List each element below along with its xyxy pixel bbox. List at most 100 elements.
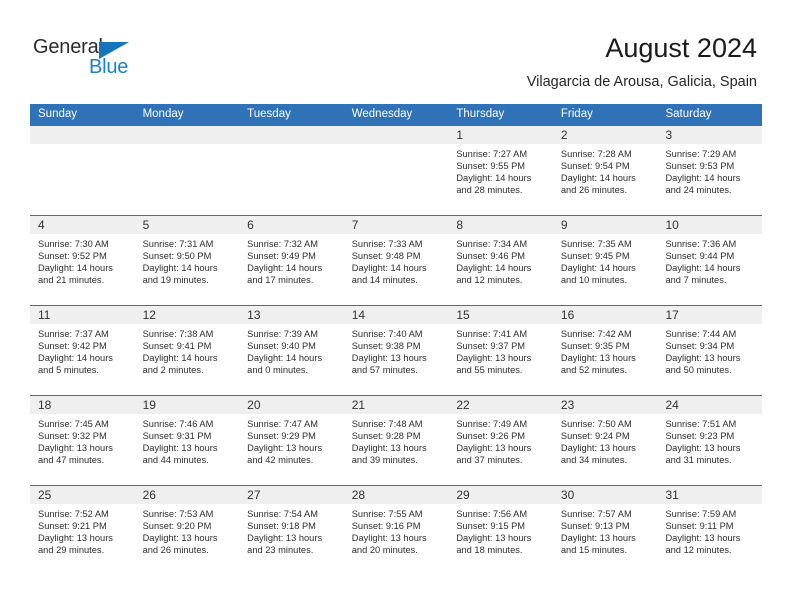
day-cell[interactable] xyxy=(344,144,449,215)
daylight-text-cont: and 18 minutes. xyxy=(456,545,523,556)
day-number[interactable]: 27 xyxy=(239,486,344,504)
day-cell[interactable]: Sunrise: 7:37 AM Sunset: 9:42 PM Dayligh… xyxy=(30,324,135,395)
daylight-text-cont: and 28 minutes. xyxy=(456,185,523,196)
day-number[interactable]: 24 xyxy=(657,396,762,414)
daylight-text: Daylight: 14 hours xyxy=(38,263,113,274)
day-number[interactable]: 18 xyxy=(30,396,135,414)
day-cell[interactable]: Sunrise: 7:40 AM Sunset: 9:38 PM Dayligh… xyxy=(344,324,449,395)
sunset-text: Sunset: 9:32 PM xyxy=(38,431,107,442)
day-cell[interactable]: Sunrise: 7:33 AM Sunset: 9:48 PM Dayligh… xyxy=(344,234,449,305)
day-number[interactable]: 25 xyxy=(30,486,135,504)
calendar-week-row: 4 5 6 7 8 9 10 Sunrise: 7:30 AM Sunset: … xyxy=(30,215,762,305)
day-cell[interactable]: Sunrise: 7:31 AM Sunset: 9:50 PM Dayligh… xyxy=(135,234,240,305)
day-number[interactable]: 5 xyxy=(135,216,240,234)
day-number[interactable]: 30 xyxy=(553,486,658,504)
day-number[interactable]: 28 xyxy=(344,486,449,504)
day-number[interactable] xyxy=(344,126,449,144)
day-cell[interactable]: Sunrise: 7:59 AM Sunset: 9:11 PM Dayligh… xyxy=(657,504,762,575)
day-cell[interactable]: Sunrise: 7:27 AM Sunset: 9:55 PM Dayligh… xyxy=(448,144,553,215)
day-number[interactable]: 15 xyxy=(448,306,553,324)
sunset-text: Sunset: 9:53 PM xyxy=(665,161,735,172)
week-date-band: 4 5 6 7 8 9 10 xyxy=(30,216,762,234)
sunset-text: Sunset: 9:16 PM xyxy=(351,521,421,532)
day-number[interactable]: 13 xyxy=(239,306,344,324)
daylight-text-cont: and 57 minutes. xyxy=(351,365,418,376)
day-cell[interactable]: Sunrise: 7:30 AM Sunset: 9:52 PM Dayligh… xyxy=(30,234,135,305)
sunrise-text: Sunrise: 7:57 AM xyxy=(560,509,632,519)
day-cell[interactable]: Sunrise: 7:28 AM Sunset: 9:54 PM Dayligh… xyxy=(553,144,658,215)
day-cell[interactable]: Sunrise: 7:44 AM Sunset: 9:34 PM Dayligh… xyxy=(657,324,762,395)
day-number[interactable] xyxy=(135,126,240,144)
daylight-text: Daylight: 13 hours xyxy=(560,443,636,454)
day-cell[interactable]: Sunrise: 7:50 AM Sunset: 9:24 PM Dayligh… xyxy=(553,414,658,485)
day-number[interactable]: 29 xyxy=(448,486,553,504)
day-cell[interactable]: Sunrise: 7:56 AM Sunset: 9:15 PM Dayligh… xyxy=(448,504,553,575)
day-cell[interactable]: Sunrise: 7:36 AM Sunset: 9:44 PM Dayligh… xyxy=(657,234,762,305)
day-cell[interactable]: Sunrise: 7:29 AM Sunset: 9:53 PM Dayligh… xyxy=(657,144,762,215)
day-number[interactable] xyxy=(30,126,135,144)
day-number[interactable]: 9 xyxy=(553,216,658,234)
day-number[interactable]: 4 xyxy=(30,216,135,234)
day-cell[interactable]: Sunrise: 7:49 AM Sunset: 9:26 PM Dayligh… xyxy=(448,414,553,485)
dow-thursday: Thursday xyxy=(456,108,505,120)
day-number[interactable]: 31 xyxy=(657,486,762,504)
day-cell[interactable]: Sunrise: 7:39 AM Sunset: 9:40 PM Dayligh… xyxy=(239,324,344,395)
daylight-text: Daylight: 14 hours xyxy=(142,353,218,364)
day-cell[interactable]: Sunrise: 7:52 AM Sunset: 9:21 PM Dayligh… xyxy=(30,504,135,575)
day-cell[interactable]: Sunrise: 7:57 AM Sunset: 9:13 PM Dayligh… xyxy=(553,504,658,575)
day-cell[interactable]: Sunrise: 7:54 AM Sunset: 9:18 PM Dayligh… xyxy=(239,504,344,575)
day-number[interactable]: 3 xyxy=(657,126,762,144)
day-cell[interactable]: Sunrise: 7:48 AM Sunset: 9:28 PM Dayligh… xyxy=(344,414,449,485)
daylight-text-cont: and 26 minutes. xyxy=(560,185,628,196)
day-cell[interactable]: Sunrise: 7:45 AM Sunset: 9:32 PM Dayligh… xyxy=(30,414,135,485)
day-cell[interactable]: Sunrise: 7:41 AM Sunset: 9:37 PM Dayligh… xyxy=(448,324,553,395)
day-number[interactable]: 21 xyxy=(344,396,449,414)
daylight-text-cont: and 17 minutes. xyxy=(247,275,314,286)
sunrise-text: Sunrise: 7:35 AM xyxy=(560,239,632,249)
day-number[interactable]: 1 xyxy=(448,126,553,144)
day-number[interactable] xyxy=(239,126,344,144)
day-number[interactable]: 17 xyxy=(657,306,762,324)
daylight-text: Daylight: 13 hours xyxy=(560,533,636,544)
general-blue-logo[interactable]: General Blue xyxy=(33,36,153,82)
day-cell[interactable]: Sunrise: 7:35 AM Sunset: 9:45 PM Dayligh… xyxy=(553,234,658,305)
daylight-text-cont: and 31 minutes. xyxy=(665,455,732,466)
day-number[interactable]: 12 xyxy=(135,306,240,324)
day-of-week-header-row: Sunday Monday Tuesday Wednesday Thursday… xyxy=(30,104,762,125)
day-cell[interactable]: Sunrise: 7:53 AM Sunset: 9:20 PM Dayligh… xyxy=(135,504,240,575)
sunset-text: Sunset: 9:28 PM xyxy=(351,431,421,442)
day-cell[interactable]: Sunrise: 7:47 AM Sunset: 9:29 PM Dayligh… xyxy=(239,414,344,485)
day-number[interactable]: 14 xyxy=(344,306,449,324)
day-number[interactable]: 16 xyxy=(553,306,658,324)
day-cell[interactable] xyxy=(30,144,135,215)
day-number[interactable]: 8 xyxy=(448,216,553,234)
day-number[interactable]: 10 xyxy=(657,216,762,234)
day-number[interactable]: 2 xyxy=(553,126,658,144)
day-number[interactable]: 20 xyxy=(239,396,344,414)
daylight-text-cont: and 23 minutes. xyxy=(247,545,314,556)
day-number[interactable]: 22 xyxy=(448,396,553,414)
day-number[interactable]: 11 xyxy=(30,306,135,324)
sunrise-text: Sunrise: 7:37 AM xyxy=(38,329,109,339)
day-cell[interactable]: Sunrise: 7:38 AM Sunset: 9:41 PM Dayligh… xyxy=(135,324,240,395)
day-cell[interactable]: Sunrise: 7:51 AM Sunset: 9:23 PM Dayligh… xyxy=(657,414,762,485)
dow-wednesday: Wednesday xyxy=(351,108,413,120)
day-cell[interactable]: Sunrise: 7:32 AM Sunset: 9:49 PM Dayligh… xyxy=(239,234,344,305)
sunset-text: Sunset: 9:46 PM xyxy=(456,251,526,262)
day-number[interactable]: 7 xyxy=(344,216,449,234)
day-cell[interactable]: Sunrise: 7:46 AM Sunset: 9:31 PM Dayligh… xyxy=(135,414,240,485)
daylight-text: Daylight: 14 hours xyxy=(456,173,532,184)
day-cell[interactable] xyxy=(239,144,344,215)
daylight-text-cont: and 0 minutes. xyxy=(247,365,309,376)
day-number[interactable]: 23 xyxy=(553,396,658,414)
day-number[interactable]: 6 xyxy=(239,216,344,234)
daylight-text-cont: and 24 minutes. xyxy=(665,185,732,196)
daylight-text: Daylight: 14 hours xyxy=(247,263,323,274)
day-cell[interactable]: Sunrise: 7:55 AM Sunset: 9:16 PM Dayligh… xyxy=(344,504,449,575)
day-cell[interactable]: Sunrise: 7:34 AM Sunset: 9:46 PM Dayligh… xyxy=(448,234,553,305)
daylight-text: Daylight: 13 hours xyxy=(351,533,427,544)
day-number[interactable]: 19 xyxy=(135,396,240,414)
day-cell[interactable]: Sunrise: 7:42 AM Sunset: 9:35 PM Dayligh… xyxy=(553,324,658,395)
day-cell[interactable] xyxy=(135,144,240,215)
day-number[interactable]: 26 xyxy=(135,486,240,504)
